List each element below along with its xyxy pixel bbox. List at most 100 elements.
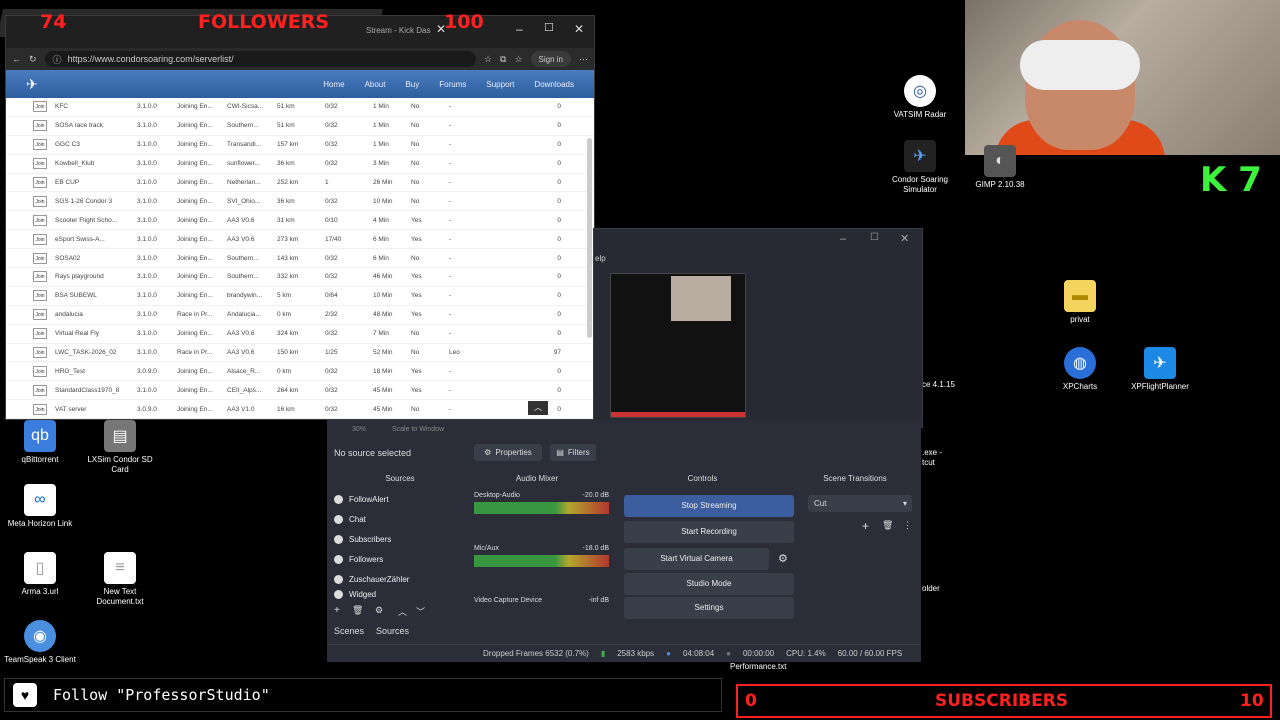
start-recording-button[interactable]: Start Recording: [624, 521, 794, 543]
cell-players: 0/32: [325, 141, 338, 149]
desktop-icon-xpcharts[interactable]: ◍ XPCharts: [1040, 347, 1120, 392]
site-info-icon[interactable]: ⓘ: [53, 53, 62, 66]
obs-menu-fragment[interactable]: elp: [595, 254, 606, 263]
browser-tab-title[interactable]: Stream - Kick Das: [366, 26, 430, 35]
tab-sources[interactable]: Sources: [376, 626, 409, 636]
cell-ver: 3.0.9.0: [137, 367, 157, 375]
source-item[interactable]: Widged: [334, 589, 454, 599]
desktop-icon-lxsim[interactable]: ▤ LXSim Condor SD Card: [80, 420, 160, 475]
transition-menu-icon[interactable]: ⋮: [903, 520, 912, 531]
join-button[interactable]: Join: [33, 328, 47, 340]
cell-time: 3 Min: [373, 160, 389, 168]
source-item[interactable]: Followers: [334, 549, 454, 569]
source-settings-icon[interactable]: ⚙: [375, 605, 383, 616]
desktop-icon-gimp[interactable]: ◐ GIMP 2.10.38: [960, 145, 1040, 190]
join-button[interactable]: Join: [33, 120, 47, 132]
source-item[interactable]: Subscribers: [334, 529, 454, 549]
desktop-icon-qbittorrent[interactable]: qb qBittorrent: [0, 420, 80, 465]
nav-buy[interactable]: Buy: [405, 80, 419, 89]
close-icon[interactable]: ✕: [574, 22, 584, 36]
nav-downloads[interactable]: Downloads: [534, 80, 574, 89]
properties-button[interactable]: ⚙ Properties: [474, 444, 542, 461]
source-item[interactable]: Chat: [334, 509, 454, 529]
desktop-icon-teamspeak[interactable]: ◉ TeamSpeak 3 Client: [0, 620, 80, 665]
join-button[interactable]: Join: [33, 214, 47, 226]
tab-scenes[interactable]: Scenes: [334, 626, 364, 636]
desktop-icon-condor[interactable]: ✈ Condor Soaring Simulator: [880, 140, 960, 195]
desktop-icon-newtext[interactable]: ≡ New Text Document.txt: [80, 552, 160, 607]
cell-scenery: Southern...: [227, 273, 259, 281]
remove-transition-icon[interactable]: 🗑: [882, 520, 893, 531]
join-button[interactable]: Join: [33, 309, 47, 321]
studio-mode-button[interactable]: Studio Mode: [624, 573, 794, 595]
join-button[interactable]: Join: [33, 365, 47, 377]
scroll-to-top-button[interactable]: ︿: [528, 401, 548, 415]
cell-dist: 36 km: [277, 197, 295, 205]
desktop-icon-privat[interactable]: ▬ privat: [1040, 280, 1120, 325]
join-button[interactable]: Join: [33, 252, 47, 264]
nav-home[interactable]: Home: [323, 80, 344, 89]
obs-close-icon[interactable]: ✕: [900, 232, 909, 245]
cell-pw: No: [411, 349, 420, 357]
start-virtual-camera-button[interactable]: Start Virtual Camera: [624, 548, 769, 570]
join-button[interactable]: Join: [33, 403, 47, 415]
join-button[interactable]: Join: [33, 195, 47, 207]
filters-button[interactable]: ▤ Filters: [550, 444, 596, 461]
more-menu-icon[interactable]: ⋯: [579, 54, 588, 65]
extensions-icon[interactable]: ⧉: [500, 54, 506, 65]
join-button[interactable]: Join: [33, 347, 47, 359]
desktop-icon-xpflightplanner[interactable]: ✈ XPFlightPlanner: [1120, 347, 1200, 392]
add-source-icon[interactable]: +: [334, 605, 340, 616]
nav-about[interactable]: About: [365, 80, 386, 89]
scale-to-window[interactable]: Scale to Window: [392, 426, 444, 433]
desktop-icon-arma[interactable]: ▯ Arma 3.url: [0, 552, 80, 597]
collections-icon[interactable]: ☆: [514, 54, 522, 65]
desktop-icon-vatsim[interactable]: ◎ VATSIM Radar: [880, 75, 960, 120]
minimize-icon[interactable]: –: [516, 22, 523, 36]
back-icon[interactable]: ←: [12, 54, 21, 64]
virtual-camera-settings-icon[interactable]: ⚙: [778, 552, 788, 565]
condor-logo-icon[interactable]: ✈: [26, 76, 50, 93]
source-item[interactable]: FollowAlert: [334, 489, 454, 509]
cell-name: Scooter Flight Scho...: [55, 216, 118, 224]
source-item[interactable]: ZuschauerZähler: [334, 569, 454, 589]
sign-in-button[interactable]: Sign in: [530, 51, 571, 67]
join-button[interactable]: Join: [33, 101, 47, 113]
stop-streaming-button[interactable]: Stop Streaming: [624, 495, 794, 517]
obs-maximize-icon[interactable]: ☐: [870, 232, 879, 243]
favorite-icon[interactable]: ☆: [484, 54, 492, 65]
list-scrollbar[interactable]: [587, 138, 592, 338]
join-button[interactable]: Join: [33, 290, 47, 302]
join-button[interactable]: Join: [33, 271, 47, 283]
maximize-icon[interactable]: ☐: [544, 21, 554, 34]
move-down-icon[interactable]: ﹀: [416, 605, 425, 618]
obs-preview-canvas[interactable]: [610, 273, 746, 418]
join-button[interactable]: Join: [33, 139, 47, 151]
mixer-channel-name: Video Capture Device: [474, 597, 542, 604]
add-transition-icon[interactable]: +: [862, 519, 869, 533]
cell-time: 45 Min: [373, 386, 393, 394]
cell-name: Kowbell_Klub: [55, 160, 95, 168]
desktop-icon-meta[interactable]: ∞ Meta Horizon Link: [0, 484, 80, 529]
move-up-icon[interactable]: ︿: [398, 605, 407, 618]
cell-scenery: Andalucia...: [227, 311, 261, 319]
cell-ver: 3.1.0.0: [137, 216, 157, 224]
remove-source-icon[interactable]: 🗑: [352, 605, 363, 616]
join-button[interactable]: Join: [33, 384, 47, 396]
cell-pw: Yes: [411, 386, 422, 394]
join-button[interactable]: Join: [33, 233, 47, 245]
nav-forums[interactable]: Forums: [439, 80, 466, 89]
address-bar[interactable]: ⓘ https://www.condorsoaring.com/serverli…: [44, 51, 476, 67]
settings-button[interactable]: Settings: [624, 597, 794, 619]
obs-minimize-icon[interactable]: –: [840, 233, 846, 245]
reload-icon[interactable]: ↻: [29, 54, 37, 65]
cell-pw: Yes: [411, 273, 422, 281]
cell-count: 97: [553, 349, 561, 357]
transition-select[interactable]: Cut ▾: [808, 495, 912, 512]
join-button[interactable]: Join: [33, 158, 47, 170]
cell-pw: No: [411, 405, 420, 413]
cell-count: 0: [557, 330, 561, 338]
join-button[interactable]: Join: [33, 177, 47, 188]
nav-support[interactable]: Support: [486, 80, 514, 89]
cell-scenery: Southern...: [227, 254, 259, 262]
